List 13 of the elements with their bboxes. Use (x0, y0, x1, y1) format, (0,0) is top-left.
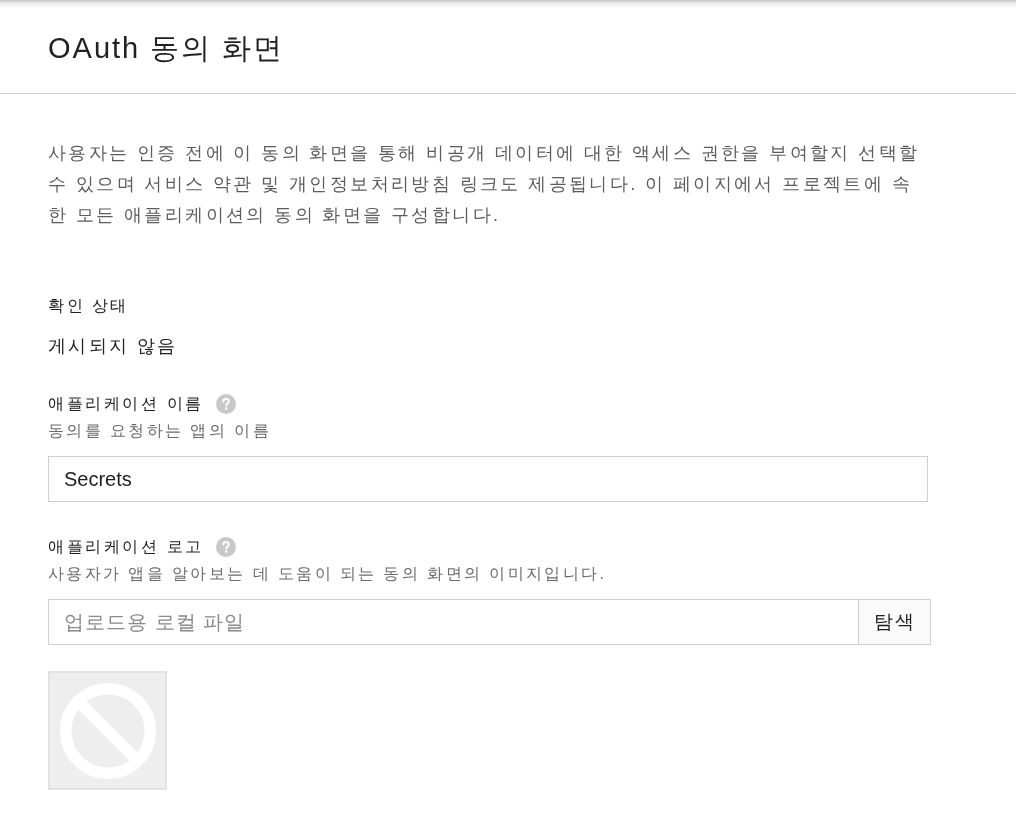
page-title: OAuth 동의 화면 (48, 30, 285, 66)
help-icon[interactable] (215, 537, 236, 557)
status-value: 게시되지 않음 (48, 335, 179, 358)
status-label: 확인 상태 (48, 296, 130, 316)
description-text: 사용자는 인증 전에 이 동의 화면을 통해 비공개 데이터에 대한 액세스 권한을 부여할지 선택할 수 있으며 서비스 약관 및 개인정보처리방침 링크도 제공됩니다. 이 페이지에서 프로젝트에 속한 모든 애플리케이션의 동의 화면을 구성합니다. (48, 142, 921, 227)
browse-button[interactable]: 탐색 (858, 599, 931, 645)
field-hint: 사용자가 앱을 알아보는 데 도움이 되는 동의 화면의 이미지입니다. (48, 564, 608, 584)
help-icon[interactable] (215, 394, 236, 414)
text-input-field[interactable]: Secrets (48, 456, 928, 502)
field-label: 애플리케이션 이름 (48, 394, 204, 414)
file-input-field[interactable]: 업로드용 로컬 파일 (48, 599, 858, 645)
field-hint: 동의를 요청하는 앱의 이름 (48, 421, 272, 441)
field-label: 애플리케이션 로고 (48, 537, 204, 557)
